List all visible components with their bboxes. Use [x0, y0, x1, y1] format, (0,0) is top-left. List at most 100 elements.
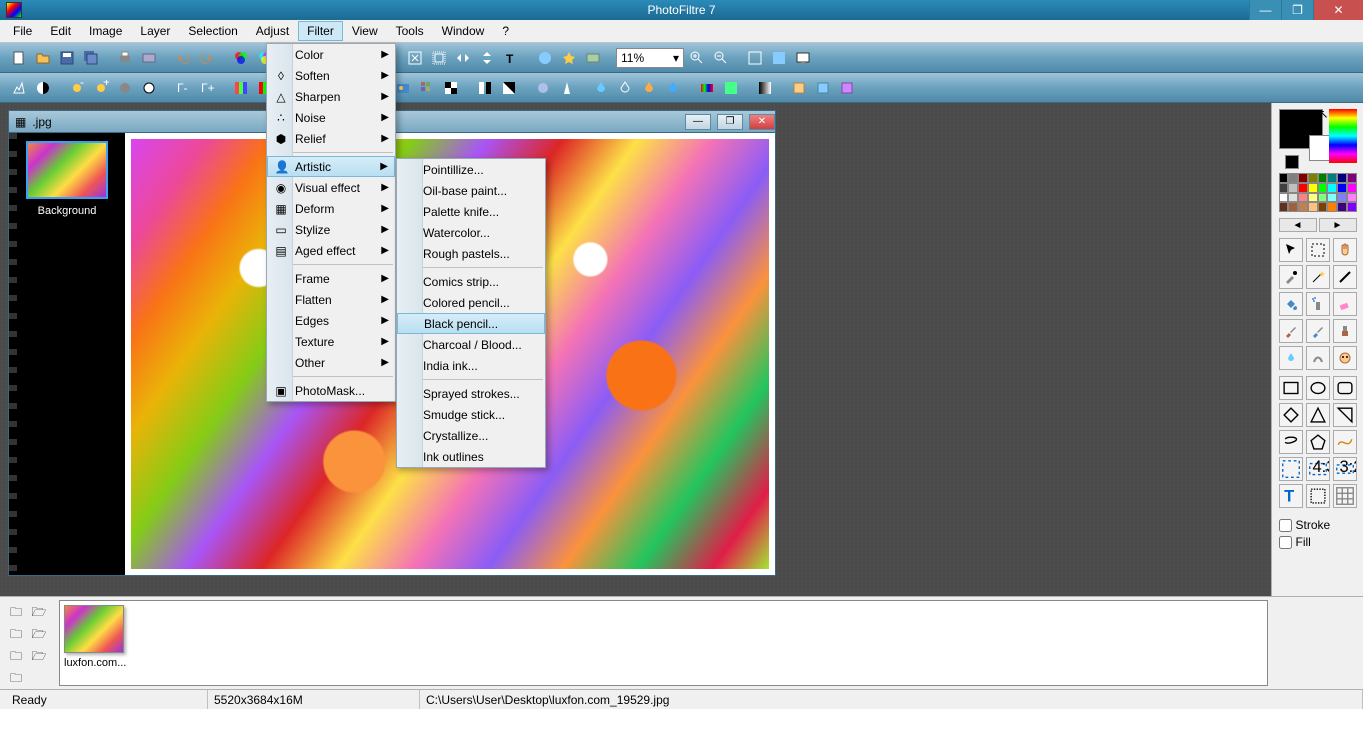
artistic-oilbasepaint[interactable]: Oil-base paint... — [397, 180, 545, 201]
exp-tool-1[interactable]: 🗀 — [6, 603, 26, 623]
palette-color[interactable] — [1288, 202, 1298, 212]
filter-menu-noise[interactable]: ∴Noise▶ — [267, 107, 395, 128]
artistic-comicsstrip[interactable]: Comics strip... — [397, 271, 545, 292]
effect2-icon[interactable] — [558, 47, 580, 69]
close-button[interactable]: ✕ — [1313, 0, 1363, 20]
effect1-icon[interactable] — [534, 47, 556, 69]
shape-triangle-r[interactable] — [1333, 403, 1357, 427]
palette-color[interactable] — [1327, 173, 1337, 183]
tool-clone[interactable] — [1333, 346, 1357, 370]
artistic-crystallize[interactable]: Crystallize... — [397, 425, 545, 446]
filter-menu-frame[interactable]: Frame▶ — [267, 268, 395, 289]
filter-menu-color[interactable]: Color▶ — [267, 44, 395, 65]
open-icon[interactable] — [32, 47, 54, 69]
tool-wand[interactable] — [1306, 265, 1330, 289]
filter-menu-relief[interactable]: ⬢Relief▶ — [267, 128, 395, 149]
filter-menu-texture[interactable]: Texture▶ — [267, 331, 395, 352]
artistic-paletteknife[interactable]: Palette knife... — [397, 201, 545, 222]
artistic-charcoalblood[interactable]: Charcoal / Blood... — [397, 334, 545, 355]
tool-smudge[interactable] — [1306, 346, 1330, 370]
artistic-coloredpencil[interactable]: Colored pencil... — [397, 292, 545, 313]
palette-color[interactable] — [1288, 173, 1298, 183]
palette-color[interactable] — [1279, 173, 1289, 183]
layer-thumbnail[interactable] — [26, 141, 108, 199]
artistic-roughpastels[interactable]: Rough pastels... — [397, 243, 545, 264]
zoom-in-icon[interactable] — [686, 47, 708, 69]
filter-menu-edges[interactable]: Edges▶ — [267, 310, 395, 331]
exp-tool-4[interactable]: 🗁 — [29, 625, 49, 645]
filter-menu-photomask[interactable]: ▣PhotoMask... — [267, 380, 395, 401]
exp-tool-5[interactable]: 🗀 — [6, 647, 26, 667]
tool-blur[interactable] — [1279, 346, 1303, 370]
palette-color[interactable] — [1337, 183, 1347, 193]
contrast-minus-icon[interactable] — [114, 77, 136, 99]
actual-icon[interactable] — [768, 47, 790, 69]
palette-color[interactable] — [1308, 193, 1318, 203]
artistic-sprayedstrokes[interactable]: Sprayed strokes... — [397, 383, 545, 404]
doc-minimize-button[interactable]: — — [685, 114, 711, 130]
tool-stamp[interactable] — [1333, 319, 1357, 343]
menu-layer[interactable]: Layer — [131, 21, 179, 41]
artistic-smudgestick[interactable]: Smudge stick... — [397, 404, 545, 425]
menu-adjust[interactable]: Adjust — [247, 21, 298, 41]
palette-color[interactable] — [1308, 173, 1318, 183]
filter-menu-flatten[interactable]: Flatten▶ — [267, 289, 395, 310]
menu-window[interactable]: Window — [433, 21, 494, 41]
menu-image[interactable]: Image — [80, 21, 131, 41]
exp-tool-3[interactable]: 🗀 — [6, 625, 26, 645]
canvas-icon[interactable] — [428, 47, 450, 69]
sharpen-icon[interactable] — [556, 77, 578, 99]
rgb-icon[interactable] — [230, 47, 252, 69]
shape-grid[interactable] — [1333, 484, 1357, 508]
palette-color[interactable] — [1298, 193, 1308, 203]
module3-icon[interactable] — [836, 77, 858, 99]
palette-color[interactable] — [1279, 183, 1289, 193]
effect3-icon[interactable] — [582, 47, 604, 69]
noise-add-icon[interactable] — [638, 77, 660, 99]
filter-menu-agedeffect[interactable]: ▤Aged effect▶ — [267, 240, 395, 261]
palette-color[interactable] — [1279, 202, 1289, 212]
mirror-v-icon[interactable] — [476, 47, 498, 69]
shape-diamond[interactable] — [1279, 403, 1303, 427]
resize-icon[interactable] — [404, 47, 426, 69]
filter-menu-visualeffect[interactable]: ◉Visual effect▶ — [267, 177, 395, 198]
tool-hand[interactable] — [1333, 238, 1357, 262]
tool-pointer[interactable] — [1279, 238, 1303, 262]
noise-reduce-icon[interactable] — [662, 77, 684, 99]
save-icon[interactable] — [56, 47, 78, 69]
palette-color[interactable] — [1288, 193, 1298, 203]
zoom-combo[interactable]: 11% ▾ — [616, 48, 684, 68]
shape-text-tool[interactable]: T — [1279, 484, 1303, 508]
exp-tool-6[interactable]: 🗁 — [29, 647, 49, 667]
explorer-thumbnail[interactable] — [64, 605, 124, 653]
bright-plus-icon[interactable]: + — [90, 77, 112, 99]
filter-menu-sharpen[interactable]: △Sharpen▶ — [267, 86, 395, 107]
palette-color[interactable] — [1347, 193, 1357, 203]
stroke-checkbox[interactable]: Stroke — [1279, 518, 1331, 532]
shape-triangle[interactable] — [1306, 403, 1330, 427]
module1-icon[interactable] — [788, 77, 810, 99]
shape-rect[interactable] — [1279, 376, 1303, 400]
menu-file[interactable]: File — [4, 21, 41, 41]
shape-polygon[interactable] — [1306, 430, 1330, 454]
tool-brush[interactable] — [1279, 319, 1303, 343]
palette-prev-button[interactable]: ◄ — [1279, 218, 1317, 232]
palette-color[interactable] — [1347, 202, 1357, 212]
soften-icon[interactable] — [532, 77, 554, 99]
shape-lasso[interactable] — [1279, 430, 1303, 454]
palette-color[interactable] — [1347, 183, 1357, 193]
fullscreen-icon[interactable] — [792, 47, 814, 69]
sat-minus-icon[interactable] — [230, 77, 252, 99]
filter-menu-stylize[interactable]: ▭Stylize▶ — [267, 219, 395, 240]
auto-contrast-icon[interactable] — [32, 77, 54, 99]
palette-color[interactable] — [1318, 173, 1328, 183]
palette-color[interactable] — [1327, 202, 1337, 212]
tool-eraser[interactable] — [1333, 292, 1357, 316]
colorize-icon[interactable] — [720, 77, 742, 99]
print-icon[interactable] — [114, 47, 136, 69]
tool-spray[interactable] — [1306, 292, 1330, 316]
fit-icon[interactable] — [744, 47, 766, 69]
palette-color[interactable] — [1318, 202, 1328, 212]
exp-tool-2[interactable]: 🗁 — [29, 603, 49, 623]
color-gradient-strip[interactable] — [1329, 109, 1357, 163]
